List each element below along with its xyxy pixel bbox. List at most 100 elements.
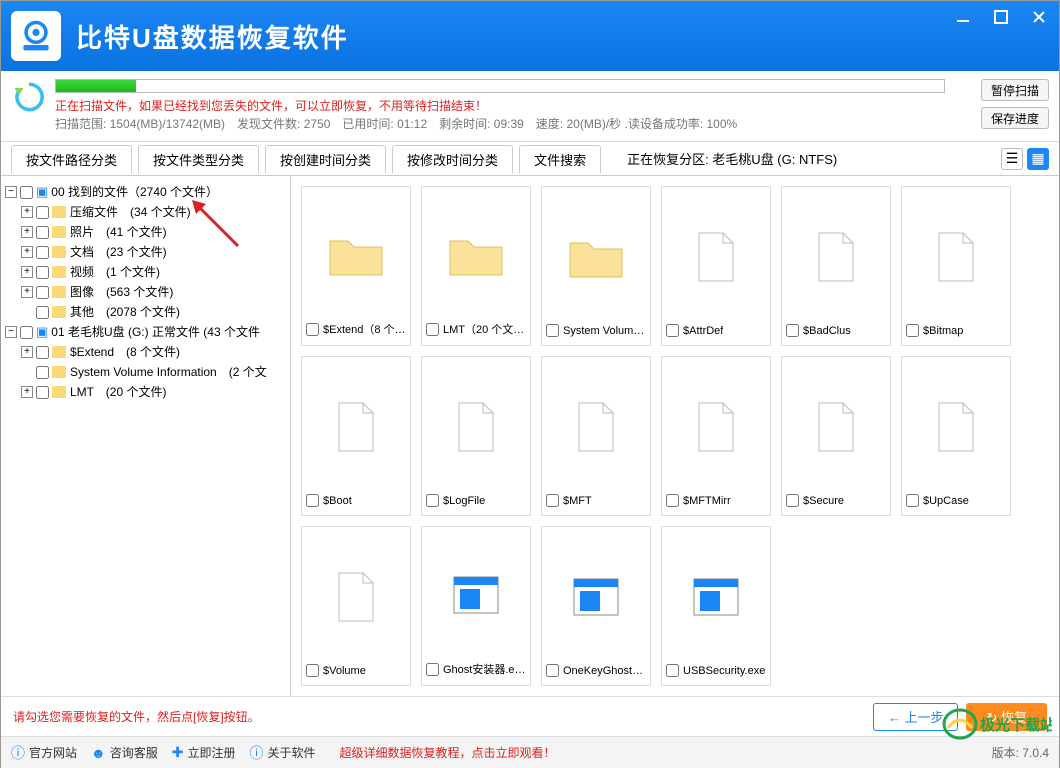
item-checkbox[interactable] — [306, 323, 319, 336]
grid-item[interactable]: $Secure — [781, 356, 891, 516]
expand-icon[interactable]: + — [21, 266, 33, 278]
grid-item[interactable]: LMT（20 个文件） — [421, 186, 531, 346]
tree-checkbox[interactable] — [20, 326, 33, 339]
file-icon — [575, 401, 617, 453]
tree-video[interactable]: 视频 (1 个文件) — [70, 262, 160, 282]
tree-checkbox[interactable] — [36, 226, 49, 239]
item-checkbox[interactable] — [786, 324, 799, 337]
tree-checkbox[interactable] — [36, 386, 49, 399]
folder-icon — [52, 226, 66, 238]
tree-lmt[interactable]: LMT (20 个文件) — [70, 382, 166, 402]
file-tree[interactable]: −▣00 找到的文件（2740 个文件） +压缩文件 (34 个文件) +照片 … — [1, 176, 291, 696]
item-checkbox[interactable] — [786, 494, 799, 507]
tree-images[interactable]: 图像 (563 个文件) — [70, 282, 173, 302]
tree-extend[interactable]: $Extend (8 个文件) — [70, 342, 180, 362]
grid-item[interactable]: Ghost安装器.exe — [421, 526, 531, 686]
folder-icon — [52, 266, 66, 278]
grid-item[interactable]: $AttrDef — [661, 186, 771, 346]
tree-archives[interactable]: 压缩文件 (34 个文件) — [70, 202, 191, 222]
tree-checkbox[interactable] — [36, 286, 49, 299]
grid-item[interactable]: $Boot — [301, 356, 411, 516]
grid-item[interactable]: System Volume In... — [541, 186, 651, 346]
item-checkbox[interactable] — [666, 494, 679, 507]
grid-item[interactable]: USBSecurity.exe — [661, 526, 771, 686]
list-view-button[interactable]: ☰ — [1001, 148, 1023, 170]
folder-icon — [52, 386, 66, 398]
item-checkbox[interactable] — [906, 324, 919, 337]
grid-item[interactable]: $MFTMirr — [661, 356, 771, 516]
folder-icon — [52, 346, 66, 358]
customer-service-link[interactable]: ☻咨询客服 — [91, 744, 158, 761]
tree-checkbox[interactable] — [36, 346, 49, 359]
item-checkbox[interactable] — [426, 323, 439, 336]
pause-scan-button[interactable]: 暂停扫描 — [981, 79, 1049, 101]
grid-item[interactable]: OneKeyGhost.exe — [541, 526, 651, 686]
about-link[interactable]: ⓘ关于软件 — [250, 743, 316, 763]
partition-label: 正在恢复分区: 老毛桃U盘 (G: NTFS) — [627, 149, 837, 168]
folder-icon — [326, 231, 386, 279]
item-checkbox[interactable] — [306, 494, 319, 507]
expand-icon[interactable]: − — [5, 326, 17, 338]
grid-item[interactable]: $Extend（8 个文... — [301, 186, 411, 346]
item-checkbox[interactable] — [426, 494, 439, 507]
tab-by-path[interactable]: 按文件路径分类 — [11, 145, 132, 173]
item-checkbox[interactable] — [546, 494, 559, 507]
file-icon — [335, 571, 377, 623]
tree-sysvol[interactable]: System Volume Information (2 个文 — [70, 362, 267, 382]
register-link[interactable]: ✚立即注册 — [172, 744, 236, 761]
tree-checkbox[interactable] — [36, 206, 49, 219]
tab-by-type[interactable]: 按文件类型分类 — [138, 145, 259, 173]
grid-item[interactable]: $LogFile — [421, 356, 531, 516]
item-checkbox[interactable] — [306, 664, 319, 677]
tree-checkbox[interactable] — [36, 306, 49, 319]
tree-checkbox[interactable] — [36, 266, 49, 279]
grid-item[interactable]: $Volume — [301, 526, 411, 686]
file-grid: $Extend（8 个文... LMT（20 个文件） System Volum… — [291, 176, 1059, 696]
tree-photos[interactable]: 照片 (41 个文件) — [70, 222, 167, 242]
svg-text:极光下载站: 极光下载站 — [980, 716, 1052, 734]
tree-checkbox[interactable] — [20, 186, 33, 199]
save-progress-button[interactable]: 保存进度 — [981, 107, 1049, 129]
exe-icon — [692, 577, 740, 617]
tree-checkbox[interactable] — [36, 246, 49, 259]
tab-by-modify-time[interactable]: 按修改时间分类 — [392, 145, 513, 173]
grid-item[interactable]: $BadClus — [781, 186, 891, 346]
tree-other[interactable]: 其他 (2078 个文件) — [70, 302, 180, 322]
folder-icon — [52, 286, 66, 298]
expand-icon[interactable]: + — [21, 286, 33, 298]
maximize-button[interactable] — [991, 7, 1011, 27]
item-checkbox[interactable] — [546, 324, 559, 337]
status-details: 扫描范围: 1504(MB)/13742(MB) 发现文件数: 2750 已用时… — [55, 115, 973, 133]
item-checkbox[interactable] — [426, 663, 439, 676]
file-icon — [815, 401, 857, 453]
item-checkbox[interactable] — [546, 664, 559, 677]
expand-icon[interactable]: − — [5, 186, 17, 198]
grid-item[interactable]: $MFT — [541, 356, 651, 516]
expand-icon[interactable]: + — [21, 206, 33, 218]
file-icon — [695, 401, 737, 453]
file-icon — [935, 401, 977, 453]
grid-item[interactable]: $Bitmap — [901, 186, 1011, 346]
folder-icon — [52, 306, 66, 318]
file-icon — [455, 401, 497, 453]
close-button[interactable] — [1029, 7, 1049, 27]
tutorial-link[interactable]: 超级详细数据恢复教程，点击立即观看！ — [340, 744, 556, 761]
tab-file-search[interactable]: 文件搜索 — [519, 145, 601, 173]
tabs-row: 按文件路径分类 按文件类型分类 按创建时间分类 按修改时间分类 文件搜索 正在恢… — [1, 142, 1059, 176]
tree-checkbox[interactable] — [36, 366, 49, 379]
item-checkbox[interactable] — [666, 664, 679, 677]
minimize-button[interactable] — [953, 7, 973, 27]
tree-usb-drive[interactable]: 01 老毛桃U盘 (G:) 正常文件 (43 个文件 — [51, 322, 260, 342]
item-checkbox[interactable] — [666, 324, 679, 337]
official-site-link[interactable]: ⓘ官方网站 — [11, 743, 77, 763]
expand-icon[interactable]: + — [21, 346, 33, 358]
item-checkbox[interactable] — [906, 494, 919, 507]
tab-by-create-time[interactable]: 按创建时间分类 — [265, 145, 386, 173]
tree-found-files[interactable]: 00 找到的文件（2740 个文件） — [51, 182, 218, 202]
tree-docs[interactable]: 文档 (23 个文件) — [70, 242, 167, 262]
grid-view-button[interactable]: ▦ — [1027, 148, 1049, 170]
expand-icon[interactable]: + — [21, 386, 33, 398]
expand-icon[interactable]: + — [21, 246, 33, 258]
expand-icon[interactable]: + — [21, 226, 33, 238]
grid-item[interactable]: $UpCase — [901, 356, 1011, 516]
